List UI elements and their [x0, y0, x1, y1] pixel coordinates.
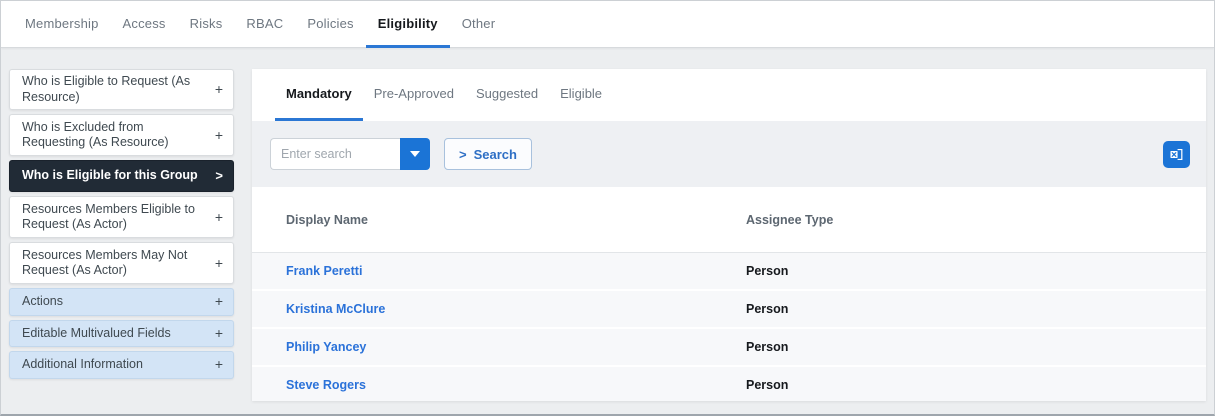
- sidebar-item-excluded-from-requesting[interactable]: Who is Excluded from Requesting (As Reso…: [9, 114, 234, 156]
- table-row: Frank Peretti Person: [252, 253, 1206, 291]
- search-group: [270, 138, 430, 170]
- plus-icon[interactable]: +: [215, 209, 223, 227]
- chevron-right-icon: >: [459, 147, 467, 162]
- tab-pre-approved[interactable]: Pre-Approved: [363, 69, 465, 121]
- caret-down-icon: [410, 151, 420, 157]
- sidebar-item-members-eligible-to-request[interactable]: Resources Members Eligible to Request (A…: [9, 196, 234, 238]
- display-name-link[interactable]: Kristina McClure: [286, 302, 385, 316]
- plus-icon[interactable]: +: [215, 293, 223, 311]
- table-body: Frank Peretti Person Kristina McClure Pe…: [252, 253, 1206, 401]
- tab-suggested[interactable]: Suggested: [465, 69, 549, 121]
- tab-membership[interactable]: Membership: [13, 1, 111, 48]
- search-input[interactable]: [270, 138, 400, 170]
- excel-export-icon: [1168, 146, 1185, 163]
- tab-risks[interactable]: Risks: [178, 1, 235, 48]
- search-button[interactable]: > Search: [444, 138, 532, 170]
- top-tab-bar: Membership Access Risks RBAC Policies El…: [1, 1, 1214, 48]
- chevron-right-icon: >: [215, 168, 223, 184]
- assignee-type-value: Person: [746, 340, 788, 354]
- plus-icon[interactable]: +: [215, 325, 223, 343]
- sidebar-item-actions[interactable]: Actions +: [9, 288, 234, 316]
- display-name-link[interactable]: Philip Yancey: [286, 340, 366, 354]
- sidebar-item-label: Editable Multivalued Fields: [22, 326, 215, 342]
- column-header-assignee-type: Assignee Type: [746, 213, 1206, 227]
- sidebar-item-label: Actions: [22, 294, 215, 310]
- table-row: Kristina McClure Person: [252, 291, 1206, 329]
- sidebar-item-label: Who is Eligible to Request (As Resource): [22, 74, 215, 105]
- tab-rbac[interactable]: RBAC: [234, 1, 295, 48]
- eligibility-sub-tabs: Mandatory Pre-Approved Suggested Eligibl…: [252, 69, 1206, 121]
- assignee-type-value: Person: [746, 264, 788, 278]
- tab-other[interactable]: Other: [450, 1, 508, 48]
- sidebar-item-additional-information[interactable]: Additional Information +: [9, 351, 234, 379]
- sidebar-item-label: Additional Information: [22, 357, 215, 373]
- export-to-excel-button[interactable]: [1163, 141, 1190, 168]
- app-window: Membership Access Risks RBAC Policies El…: [0, 0, 1215, 416]
- plus-icon[interactable]: +: [215, 127, 223, 145]
- search-button-label: Search: [474, 147, 517, 162]
- display-name-link[interactable]: Frank Peretti: [286, 264, 362, 278]
- tab-eligible[interactable]: Eligible: [549, 69, 613, 121]
- column-header-display-name: Display Name: [252, 213, 746, 227]
- eligibility-content-panel: Mandatory Pre-Approved Suggested Eligibl…: [252, 69, 1206, 401]
- sidebar-item-members-may-not-request[interactable]: Resources Members May Not Request (As Ac…: [9, 242, 234, 284]
- table-row: Philip Yancey Person: [252, 329, 1206, 367]
- tab-policies[interactable]: Policies: [295, 1, 365, 48]
- tab-eligibility[interactable]: Eligibility: [366, 1, 450, 48]
- sidebar-item-label: Who is Excluded from Requesting (As Reso…: [22, 120, 215, 151]
- table-row: Steve Rogers Person: [252, 367, 1206, 401]
- sidebar-item-label: Who is Eligible for this Group: [22, 168, 215, 184]
- search-toolbar: > Search: [252, 121, 1206, 187]
- assignee-type-value: Person: [746, 378, 788, 392]
- plus-icon[interactable]: +: [215, 356, 223, 374]
- sidebar-item-eligible-for-this-group[interactable]: Who is Eligible for this Group >: [9, 160, 234, 192]
- assignee-type-value: Person: [746, 302, 788, 316]
- eligibility-sidebar: Who is Eligible to Request (As Resource)…: [9, 69, 234, 379]
- table-header-row: Display Name Assignee Type: [252, 187, 1206, 253]
- tab-mandatory[interactable]: Mandatory: [275, 69, 363, 121]
- sidebar-item-label: Resources Members Eligible to Request (A…: [22, 202, 215, 233]
- plus-icon[interactable]: +: [215, 255, 223, 273]
- display-name-link[interactable]: Steve Rogers: [286, 378, 366, 392]
- search-options-dropdown-button[interactable]: [400, 138, 430, 170]
- sidebar-item-editable-multivalued-fields[interactable]: Editable Multivalued Fields +: [9, 320, 234, 348]
- plus-icon[interactable]: +: [215, 81, 223, 99]
- sidebar-item-label: Resources Members May Not Request (As Ac…: [22, 248, 215, 279]
- tab-access[interactable]: Access: [111, 1, 178, 48]
- sidebar-item-eligible-to-request[interactable]: Who is Eligible to Request (As Resource)…: [9, 69, 234, 110]
